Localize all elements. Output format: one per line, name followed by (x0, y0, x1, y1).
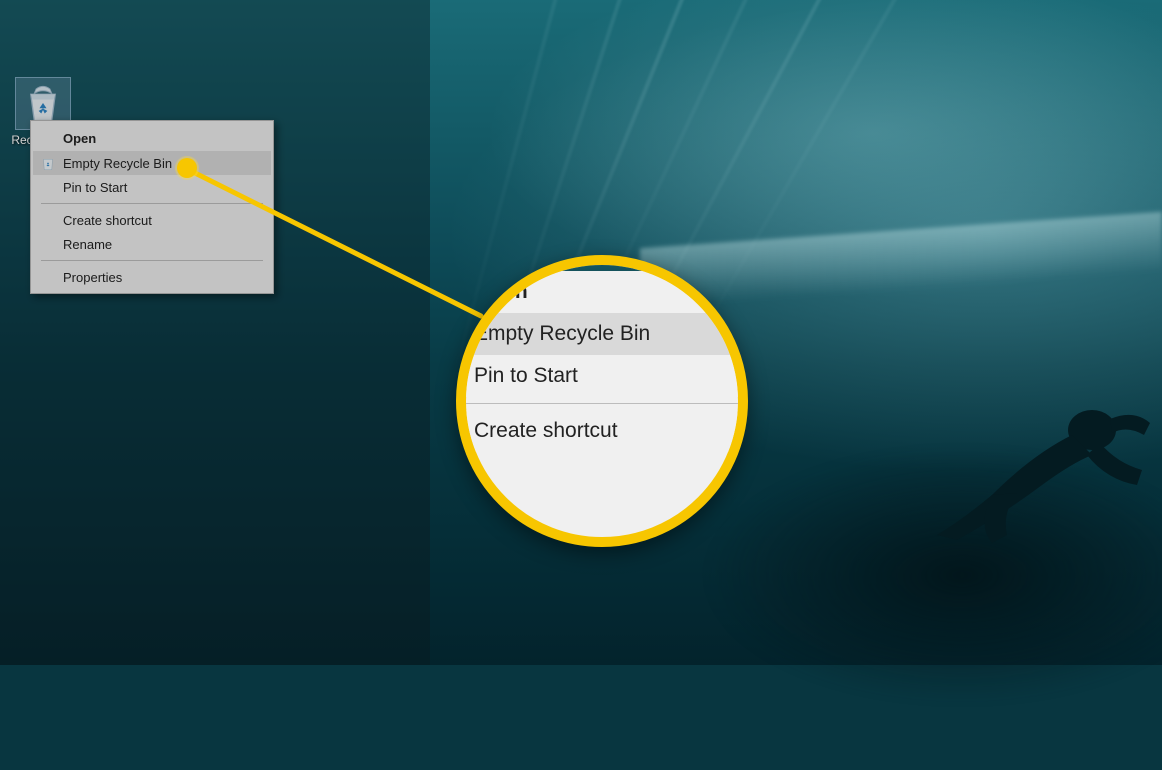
menu-item-label: Create shortcut (474, 419, 618, 442)
context-menu: Open Empty Recycle Bin Pin to Start Crea… (30, 120, 274, 294)
menu-item-label: Properties (63, 270, 122, 285)
mag-menu-item-empty-recycle-bin[interactable]: Empty Recycle Bin (456, 313, 748, 355)
diver-silhouette (922, 385, 1152, 545)
menu-item-label: Pin to Start (474, 364, 578, 387)
menu-item-create-shortcut[interactable]: Create shortcut (33, 208, 271, 232)
callout-magnifier: Open Empty Recycle Bin Pin to Start Crea… (456, 255, 748, 547)
menu-separator (41, 260, 263, 261)
callout-dot (177, 158, 197, 178)
menu-item-rename[interactable]: Rename (33, 232, 271, 256)
menu-item-label: Rename (63, 237, 112, 252)
menu-separator (41, 203, 263, 204)
menu-item-properties[interactable]: Properties (33, 265, 271, 289)
menu-item-open[interactable]: Open (33, 125, 271, 151)
menu-item-label: Open (63, 131, 96, 146)
mag-menu-item-create-shortcut[interactable]: Create shortcut (456, 410, 748, 452)
recycle-bin-icon (39, 154, 57, 172)
mag-menu-item-pin-to-start[interactable]: Pin to Start (456, 355, 748, 397)
menu-item-label: Pin to Start (63, 180, 127, 195)
menu-item-empty-recycle-bin[interactable]: Empty Recycle Bin (33, 151, 271, 175)
menu-item-pin-to-start[interactable]: Pin to Start (33, 175, 271, 199)
recycle-bin-icon (22, 82, 64, 124)
menu-item-label: Empty Recycle Bin (474, 322, 650, 345)
menu-item-label: Create shortcut (63, 213, 152, 228)
menu-separator (456, 403, 748, 404)
mag-menu-item-open[interactable]: Open (456, 271, 748, 313)
menu-item-label: Empty Recycle Bin (63, 156, 172, 171)
menu-item-label: Open (474, 280, 528, 303)
